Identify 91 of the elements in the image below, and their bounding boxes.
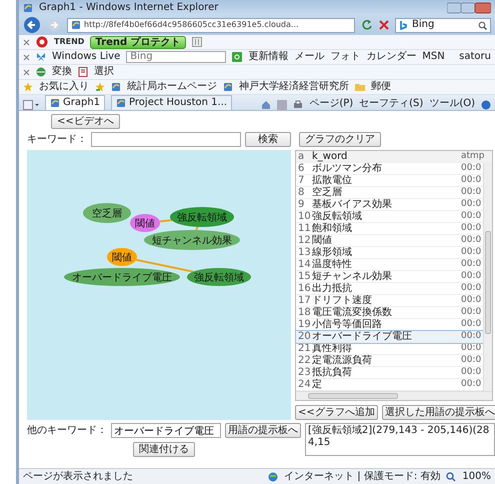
search-field[interactable]: Bing xyxy=(395,18,491,32)
search-icon[interactable] xyxy=(478,20,487,30)
browser-tab[interactable]: Project Houston 1... xyxy=(111,95,232,110)
column-header[interactable]: a xyxy=(296,150,312,162)
connector-line xyxy=(160,219,172,222)
table-row[interactable]: 9 基板バイアス効果 00:0 xyxy=(296,199,483,211)
command-menu[interactable]: ページ(P) xyxy=(309,98,354,110)
keyword-label: キーワード： xyxy=(27,134,87,146)
search-engine-icon xyxy=(399,20,409,30)
help-icon[interactable] xyxy=(481,100,491,110)
table-row[interactable]: 16出力抵抗 00:0 xyxy=(296,283,483,295)
toolbar-logo: TREND xyxy=(54,37,84,47)
table-row[interactable]: 23抵抗負荷 00:0 xyxy=(296,367,483,379)
refresh-icon[interactable] xyxy=(361,19,373,31)
connector-line xyxy=(195,226,199,230)
user-menu[interactable]: satoru xyxy=(459,51,491,63)
table-row[interactable]: 20 オーバードライブ電圧 00:0 xyxy=(296,331,483,343)
security-zone: インターネット | 保護モード: 有効 xyxy=(284,470,440,482)
favorites-button[interactable]: お気に入り xyxy=(39,81,89,93)
grid-icon[interactable] xyxy=(192,37,202,47)
add-favorite-icon[interactable] xyxy=(95,82,105,92)
command-menu[interactable]: セーフティ(S) xyxy=(359,98,424,110)
toolbar-item[interactable]: 選択 xyxy=(94,66,114,78)
page-icon xyxy=(116,98,126,108)
page-icon xyxy=(50,98,60,108)
zoom-level[interactable]: 100% xyxy=(462,470,491,482)
favorite-link[interactable]: 神戸大学経済経営研究所 xyxy=(239,81,349,93)
close-icon[interactable] xyxy=(23,38,30,46)
back-to-video-button[interactable]: <<ビデオへ xyxy=(51,114,120,129)
page-icon xyxy=(223,82,233,92)
tab-list-icon[interactable] xyxy=(23,100,39,110)
page-icon xyxy=(71,20,81,30)
graph-node[interactable]: 短チャンネル効果 xyxy=(144,230,240,250)
toolbar-link[interactable]: カレンダー xyxy=(366,51,416,63)
table-row[interactable]: 6 ボルツマン分布 00:0 xyxy=(296,163,483,175)
search-go-icon[interactable] xyxy=(232,52,242,62)
close-icon[interactable] xyxy=(23,54,30,60)
close-icon[interactable] xyxy=(23,68,30,76)
horizontal-scrollbar[interactable] xyxy=(296,391,492,400)
home-icon[interactable] xyxy=(261,100,272,110)
toolbar-link[interactable]: MSN xyxy=(422,51,445,63)
status-message: ページが表示されました xyxy=(23,470,133,482)
column-header[interactable]: k_word xyxy=(312,150,461,162)
back-icon[interactable] xyxy=(23,16,41,34)
toolbar-brand: Windows Live xyxy=(52,51,120,63)
toolbar-link[interactable]: メール xyxy=(294,51,324,63)
stop-icon[interactable] xyxy=(379,20,389,30)
browser-icon xyxy=(23,2,33,12)
add-to-graph-button[interactable]: <<グラフへ追加 xyxy=(295,405,378,420)
table-row[interactable]: 11飽和領域 00:0 xyxy=(296,223,483,235)
graph-node[interactable]: 強反転領域 xyxy=(187,268,251,286)
send-to-board-button[interactable]: 選択した用語の提示板へ xyxy=(382,405,495,420)
page-icon xyxy=(111,82,121,92)
forward-icon[interactable] xyxy=(47,18,61,32)
table-row[interactable]: 7 拡散電位 00:0 xyxy=(296,175,483,187)
other-keyword-label: 他のキーワード： xyxy=(27,424,107,436)
favorite-link[interactable]: 郵便 xyxy=(371,81,391,93)
column-header[interactable]: atmp xyxy=(461,151,483,162)
vertical-scrollbar[interactable] xyxy=(483,163,492,391)
butterfly-icon xyxy=(36,52,46,62)
graph-node[interactable]: 閾値 xyxy=(130,214,160,232)
table-row[interactable]: 15 短チャンネル効果 00:0 xyxy=(296,271,483,283)
other-keyword-field[interactable]: オーバードライブ電圧 xyxy=(111,423,221,438)
table-row[interactable]: 12閾値 00:0 xyxy=(296,235,483,247)
table-row[interactable]: 10強反転領域 00:0 xyxy=(296,211,483,223)
zoom-icon[interactable] xyxy=(446,472,456,482)
connector-line xyxy=(136,258,194,273)
graph-node[interactable]: 閾値 xyxy=(107,248,137,266)
toolbar-link[interactable]: フォト xyxy=(330,51,360,63)
window-controls-icon[interactable] xyxy=(447,2,491,14)
toolbar-link[interactable]: 更新情報 xyxy=(248,51,288,63)
graph-node[interactable]: オーバードライブ電圧 xyxy=(64,268,180,286)
toolbar-item[interactable]: 変換 xyxy=(52,66,72,78)
folder-icon xyxy=(355,82,365,92)
favorite-link[interactable]: 統計局ホームページ xyxy=(127,81,217,93)
relate-button[interactable]: 関連付ける xyxy=(133,442,195,457)
address-field[interactable]: http://8fef4b0ef66d4c9586605cc31e6391e5.clouda... xyxy=(67,18,355,32)
window-title: Graph1 - Windows Internet Explorer xyxy=(39,2,218,14)
search-button[interactable]: 検索 xyxy=(245,132,291,147)
graph-node[interactable]: 強反転領域 xyxy=(170,207,234,227)
keyword-field[interactable] xyxy=(91,132,241,147)
graph-node[interactable]: 空乏層 xyxy=(83,203,131,223)
term-board-button[interactable]: 用語の提示板へ xyxy=(225,423,301,438)
print-icon[interactable] xyxy=(293,100,304,110)
protect-button[interactable]: Trend プロテクト xyxy=(90,36,186,48)
clear-graph-button[interactable]: グラフのクリア xyxy=(299,132,381,147)
table-row[interactable]: 13線形領域 00:0 xyxy=(296,247,483,259)
memo-area[interactable]: [強反転領域2](279,143 - 205,146)(284,15 xyxy=(305,423,495,456)
star-icon[interactable] xyxy=(23,82,33,92)
command-menu[interactable]: ツール(O) xyxy=(429,98,475,110)
browser-tab[interactable]: Graph1 xyxy=(45,95,106,110)
